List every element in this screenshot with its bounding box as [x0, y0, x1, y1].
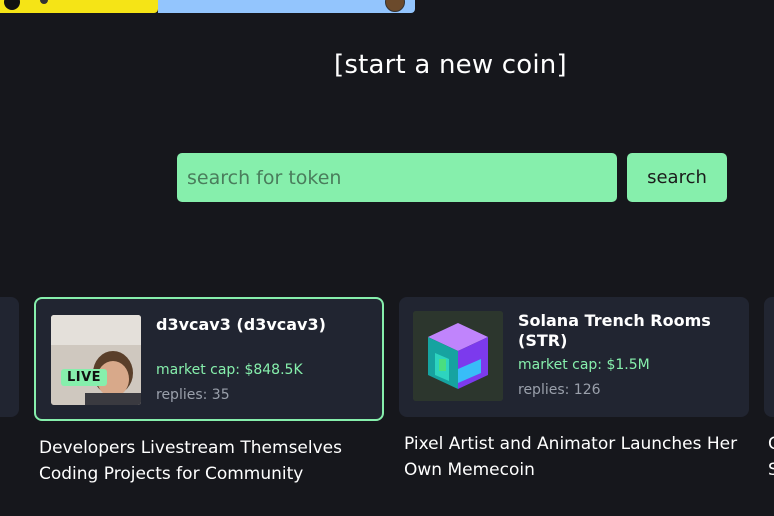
market-cap: market cap: $848.5K [156, 362, 303, 378]
coin-title[interactable]: Solana Trench Rooms (STR) [518, 311, 738, 351]
banner-dot-icon [40, 0, 48, 4]
replies-count: replies: 35 [156, 387, 230, 403]
coin-title[interactable]: d3vcav3 (d3vcav3) [156, 315, 376, 335]
coin-description: Pixel Artist and Animator Launches Her O… [404, 434, 738, 480]
live-badge: LIVE [61, 369, 108, 386]
coin-description-partial: C S [768, 434, 774, 480]
coin-card-partial-left[interactable] [0, 297, 19, 417]
livestream-image-icon [51, 315, 141, 405]
search-input[interactable] [177, 153, 617, 202]
coin-description: Developers Livestream Themselves Coding … [39, 438, 342, 484]
coin-card[interactable]: Solana Trench Rooms (STR) market cap: $1… [399, 297, 749, 417]
market-cap: market cap: $1.5M [518, 357, 650, 373]
coin-thumbnail [413, 311, 503, 401]
coin-card-partial-right[interactable] [764, 297, 774, 417]
banner-user-avatar [385, 0, 405, 12]
coin-card[interactable]: LIVE d3vcav3 (d3vcav3) market cap: $848.… [34, 297, 384, 421]
search-button[interactable]: search [627, 153, 727, 202]
banner-avatar-icon [4, 0, 20, 10]
replies-count: replies: 126 [518, 382, 601, 398]
pixel-room-icon [413, 311, 503, 401]
coin-thumbnail: LIVE [51, 315, 141, 405]
top-banner-blue[interactable] [158, 0, 415, 13]
start-new-coin-link[interactable]: [start a new coin] [334, 50, 567, 80]
top-banner-yellow[interactable] [0, 0, 158, 13]
